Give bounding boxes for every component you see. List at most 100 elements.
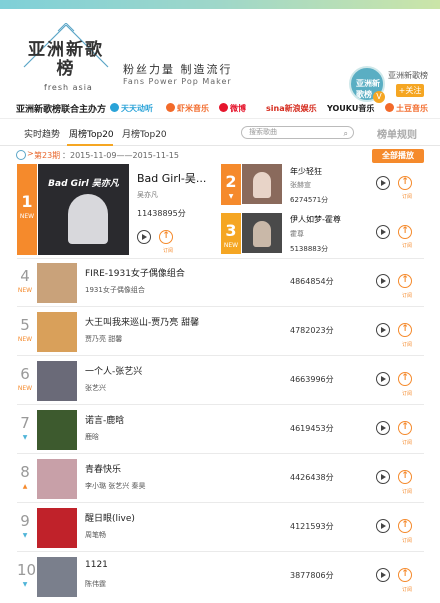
table-row[interactable]: 7 ▼ 诺言-鹿晗 鹿晗 4619453分 ↑ 订阅 (17, 406, 424, 454)
sponsors-title: 亚洲新歌榜联合主办方 (16, 105, 107, 115)
logo[interactable]: 亚洲新歌榜 fresh asia (20, 23, 112, 101)
table-row[interactable]: 9 ▼ 醒日眼(live) 周笔畅 4121593分 ↑ 订阅 (17, 504, 424, 552)
rules-link[interactable]: 榜单规则 (377, 126, 417, 141)
song-artist[interactable]: 霍尊 (290, 229, 304, 239)
weibo-icon (219, 103, 228, 112)
song-artist[interactable]: 张赫宣 (290, 180, 311, 190)
song-title[interactable]: 1121 (85, 560, 108, 570)
play-button[interactable] (376, 519, 390, 533)
song-score: 6274571分 (290, 196, 329, 204)
tab-weekly[interactable]: 周榜Top20 (69, 127, 114, 140)
sponsor-tudou[interactable]: 土豆音乐 (385, 103, 428, 114)
rank-1-card[interactable]: 1 NEW Bad Girl 吴亦凡 Bad Girl-吴... 吴亦凡 114… (17, 164, 213, 257)
subscribe-button[interactable]: ↑ (159, 230, 173, 244)
sponsor-sina[interactable]: sina新浪娱乐 (266, 103, 317, 114)
album-cover[interactable] (37, 361, 77, 401)
album-cover[interactable] (37, 410, 77, 450)
top-accent-band (0, 0, 440, 9)
table-row[interactable]: 8 ▲ 青春快乐 李小璐 张艺兴 秦昊 4426438分 ↑ 订阅 (17, 455, 424, 503)
song-title[interactable]: 一个人-张艺兴 (85, 364, 142, 377)
subscribe-button[interactable]: ↑ (398, 274, 412, 288)
play-button[interactable] (376, 372, 390, 386)
song-title[interactable]: 大王叫我来巡山-贾乃亮 甜馨 (85, 315, 199, 328)
album-cover[interactable] (37, 312, 77, 352)
table-row[interactable]: 5 NEW 大王叫我来巡山-贾乃亮 甜馨 贾乃亮 甜馨 4782023分 ↑ 订… (17, 308, 424, 356)
subscribe-button[interactable]: ↑ (398, 225, 412, 239)
song-score: 4426438分 (290, 473, 334, 482)
rank-number: 10 (17, 561, 37, 579)
album-cover[interactable] (37, 263, 77, 303)
subscribe-button[interactable]: ↑ (398, 470, 412, 484)
play-button[interactable] (376, 176, 390, 190)
sponsor-weibo[interactable]: 微博 (219, 103, 246, 114)
play-button[interactable] (376, 470, 390, 484)
rank-2-card[interactable]: 2 ▼ 年少轻狂 张赫宣 6274571分 ↑ 订阅 (221, 164, 424, 210)
play-button[interactable] (376, 323, 390, 337)
subscribe-label: 订阅 (402, 194, 413, 200)
play-button[interactable] (376, 421, 390, 435)
album-cover[interactable] (37, 557, 77, 597)
rank-3-card[interactable]: 3 NEW 伊人如梦-霍尊 霍尊 5138883分 ↑ 订阅 (221, 211, 424, 257)
subscribe-button[interactable]: ↑ (398, 519, 412, 533)
song-artist[interactable]: 陈伟霆 (85, 579, 106, 589)
album-cover[interactable] (242, 164, 282, 204)
rank-number: 2 (225, 172, 237, 191)
song-score: 5138883分 (290, 245, 329, 253)
song-artist[interactable]: 吴亦凡 (137, 190, 158, 200)
search-placeholder: 搜索歌曲 (249, 128, 277, 136)
period-bar: > 第23期 ：2015-11-09——2015-11-15 全部播放 (0, 146, 440, 166)
play-all-button[interactable]: 全部播放 (372, 149, 424, 163)
rank-number: 5 (20, 316, 30, 334)
album-cover[interactable]: Bad Girl 吴亦凡 (38, 164, 129, 255)
album-cover[interactable] (37, 508, 77, 548)
song-title[interactable]: 青春快乐 (85, 462, 121, 475)
sponsor-youku[interactable]: YOUKU音乐 (327, 103, 374, 114)
rank-badge: 2 ▼ (221, 164, 241, 205)
song-artist[interactable]: 周笔畅 (85, 530, 106, 540)
rank-number: 4 (20, 267, 30, 285)
table-row[interactable]: 6 NEW 一个人-张艺兴 张艺兴 4663996分 ↑ 订阅 (17, 357, 424, 405)
album-cover[interactable] (242, 213, 282, 253)
play-button[interactable] (376, 225, 390, 239)
rank-badge: 3 NEW (221, 213, 241, 254)
subscribe-label: 订阅 (402, 243, 413, 249)
search-input[interactable]: 搜索歌曲 ⌕ (241, 126, 354, 139)
song-title[interactable]: Bad Girl-吴... (137, 170, 206, 186)
subscribe-button[interactable]: ↑ (398, 176, 412, 190)
subscribe-button[interactable]: ↑ (398, 421, 412, 435)
weibo-account-name[interactable]: 亚洲新歌榜 (388, 70, 428, 81)
subscribe-label: 订阅 (402, 538, 413, 544)
song-score: 3877806分 (290, 571, 334, 580)
cover-text: Bad Girl 吴亦凡 (48, 179, 119, 189)
tudou-icon (385, 103, 394, 112)
song-title[interactable]: 醒日眼(live) (85, 511, 135, 524)
song-title[interactable]: FIRE-1931女子偶像组合 (85, 266, 185, 279)
sponsor-xiami[interactable]: 虾米音乐 (166, 103, 209, 114)
album-cover[interactable] (37, 459, 77, 499)
table-row[interactable]: 4 NEW FIRE-1931女子偶像组合 1931女子偶像组合 4864854… (17, 259, 424, 307)
song-title[interactable]: 年少轻狂 (290, 166, 322, 177)
subscribe-button[interactable]: ↑ (398, 372, 412, 386)
song-artist[interactable]: 贾乃亮 甜馨 (85, 334, 122, 344)
song-title[interactable]: 伊人如梦-霍尊 (290, 214, 341, 225)
search-icon[interactable]: ⌕ (344, 128, 348, 139)
sponsor-label: 天天动听 (121, 104, 153, 113)
song-artist[interactable]: 1931女子偶像组合 (85, 285, 145, 295)
subscribe-label: 订阅 (163, 248, 174, 254)
follow-button[interactable]: +关注 (396, 84, 424, 97)
table-row[interactable]: 10 ▼ 1121 陈伟霆 3877806分 ↑ 订阅 (17, 553, 424, 601)
subscribe-button[interactable]: ↑ (398, 568, 412, 582)
tab-monthly[interactable]: 月榜Top20 (122, 127, 167, 140)
sponsor-tiantian[interactable]: 天天动听 (110, 103, 153, 114)
play-button[interactable] (376, 568, 390, 582)
subscribe-button[interactable]: ↑ (398, 323, 412, 337)
song-artist[interactable]: 张艺兴 (85, 383, 106, 393)
play-button[interactable] (376, 274, 390, 288)
cover-figure (253, 221, 271, 247)
rank-number: 6 (20, 365, 30, 383)
tab-realtime[interactable]: 实时趋势 (24, 127, 60, 140)
song-artist[interactable]: 鹿晗 (85, 432, 99, 442)
song-title[interactable]: 诺言-鹿晗 (85, 413, 124, 426)
play-button[interactable] (137, 230, 151, 244)
song-artist[interactable]: 李小璐 张艺兴 秦昊 (85, 481, 145, 491)
